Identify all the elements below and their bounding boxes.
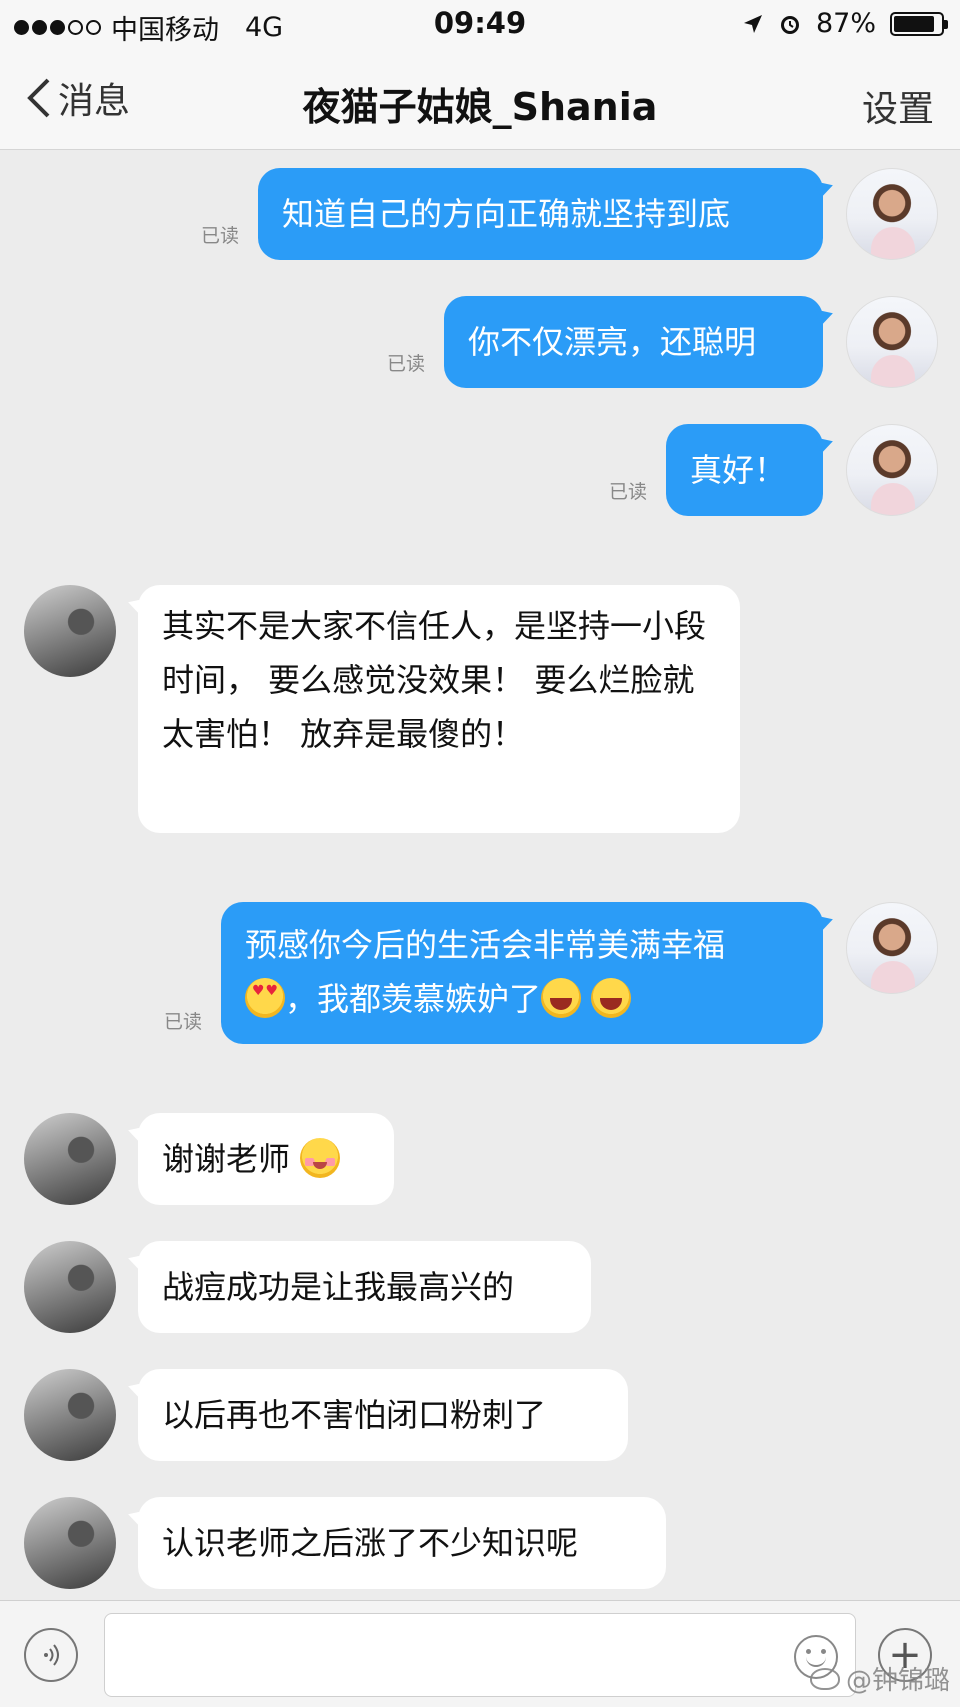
incoming-message-bubble[interactable]: 其实不是大家不信任人，是坚持一小段时间， 要么感觉没效果！ 要么烂脸就太害怕！ … — [138, 585, 740, 833]
incoming-message-bubble[interactable]: 谢谢老师 — [138, 1113, 394, 1205]
status-bar: 中国移动 4G 09:49 87% — [0, 0, 960, 50]
battery-percent: 87% — [815, 8, 876, 39]
outgoing-message-bubble[interactable]: 你不仅漂亮，还聪明 — [444, 296, 823, 388]
my-avatar[interactable] — [846, 296, 938, 388]
my-avatar[interactable] — [846, 902, 938, 994]
incoming-message-bubble[interactable]: 以后再也不害怕闭口粉刺了 — [138, 1369, 628, 1461]
voice-wave-icon — [44, 1644, 59, 1666]
settings-button[interactable]: 设置 — [862, 80, 934, 132]
incoming-message-bubble[interactable]: 认识老师之后涨了不少知识呢 — [138, 1497, 666, 1589]
grin-emoji-icon — [591, 978, 632, 1018]
my-avatar[interactable] — [846, 424, 938, 516]
message-text: 谢谢老师 — [162, 1140, 291, 1178]
read-receipt: 已读 — [387, 353, 426, 375]
voice-input-button[interactable] — [24, 1628, 78, 1682]
weibo-logo-icon — [809, 1667, 840, 1690]
contact-avatar[interactable] — [24, 1113, 116, 1205]
heart-eyes-emoji-icon — [245, 978, 285, 1018]
message-text: 预感你今后的生活会非常美满幸福 — [245, 926, 726, 964]
read-receipt: 已读 — [201, 225, 240, 247]
message-input[interactable] — [104, 1613, 856, 1697]
input-bar: + @钟锦璐 — [0, 1600, 960, 1707]
battery-level-fill — [894, 15, 935, 32]
read-receipt: 已读 — [164, 1011, 203, 1033]
watermark: @钟锦璐 — [809, 1660, 950, 1697]
read-receipt: 已读 — [609, 481, 648, 503]
grin-emoji-icon — [541, 978, 582, 1018]
alarm-clock-icon — [780, 15, 799, 34]
location-arrow-icon — [743, 14, 762, 33]
message-text: ，我都羡慕嫉妒了 — [285, 980, 542, 1018]
contact-avatar[interactable] — [24, 1241, 116, 1333]
battery-icon — [890, 11, 948, 36]
contact-avatar[interactable] — [24, 1369, 116, 1461]
my-avatar[interactable] — [846, 168, 938, 260]
incoming-message-bubble[interactable]: 战痘成功是让我最高兴的 — [138, 1241, 591, 1333]
nav-bar: 消息 夜猫子姑娘_Shania 设置 — [0, 50, 960, 150]
watermark-text: @钟锦璐 — [845, 1666, 950, 1696]
outgoing-message-bubble[interactable]: 知道自己的方向正确就坚持到底 — [258, 168, 823, 260]
contact-avatar[interactable] — [24, 1497, 116, 1589]
contact-avatar[interactable] — [24, 585, 116, 677]
chat-title: 夜猫子姑娘_Shania — [302, 85, 658, 129]
outgoing-message-bubble[interactable]: 真好！ — [666, 424, 823, 516]
outgoing-message-bubble[interactable]: 预感你今后的生活会非常美满幸福 ，我都羡慕嫉妒了 — [221, 902, 823, 1044]
blush-emoji-icon — [300, 1138, 341, 1178]
